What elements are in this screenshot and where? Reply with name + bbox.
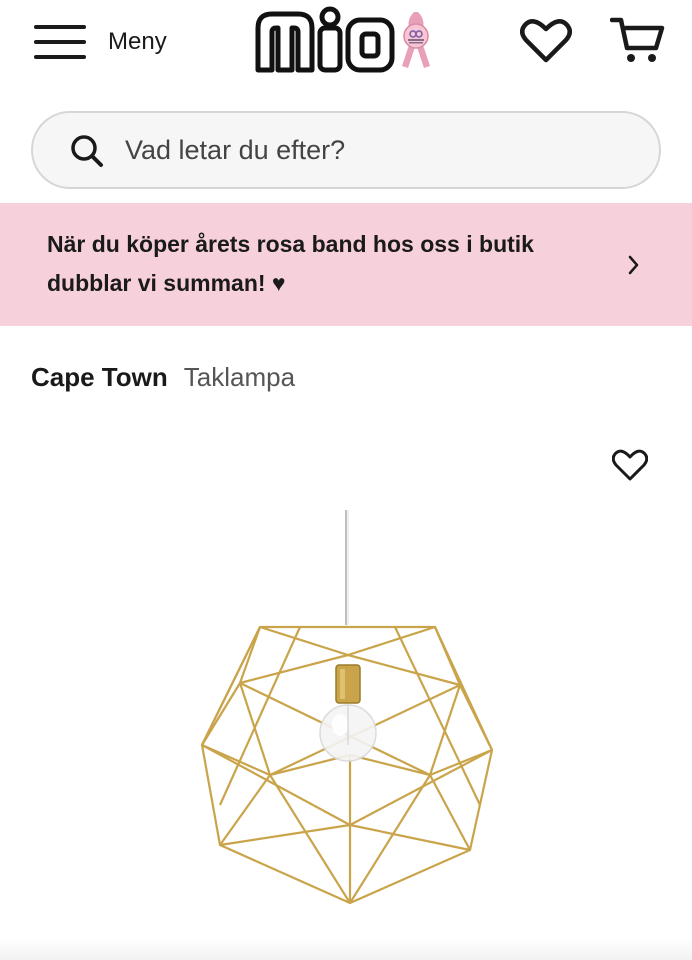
lamp-socket — [335, 664, 361, 704]
promo-banner[interactable]: När du köper årets rosa band hos oss i b… — [0, 203, 692, 326]
search-bar[interactable] — [31, 111, 661, 189]
pink-ribbon-icon — [402, 12, 430, 68]
header: Meny — [0, 0, 692, 100]
logo-letters — [255, 6, 395, 73]
cart-icon[interactable] — [610, 14, 666, 66]
bottom-divider — [0, 938, 692, 960]
lamp-cord — [345, 510, 349, 625]
product-brand: Cape Town — [31, 362, 168, 392]
product-type: Taklampa — [183, 362, 296, 392]
hamburger-icon — [34, 25, 86, 59]
menu-button[interactable]: Meny — [34, 18, 167, 66]
menu-label: Meny — [108, 28, 167, 55]
pendant-lamp-image — [200, 510, 494, 905]
search-input[interactable] — [125, 113, 625, 187]
search-icon[interactable] — [69, 133, 105, 169]
light-bulb — [319, 704, 377, 762]
product-favorite-heart-icon[interactable] — [612, 448, 648, 482]
promo-text: När du köper årets rosa band hos oss i b… — [47, 231, 534, 296]
favorites-heart-icon[interactable] — [520, 16, 572, 64]
chevron-right-icon[interactable] — [627, 254, 641, 276]
mio-logo[interactable] — [254, 6, 444, 76]
product-title: Cape Town Taklampa — [31, 362, 295, 393]
